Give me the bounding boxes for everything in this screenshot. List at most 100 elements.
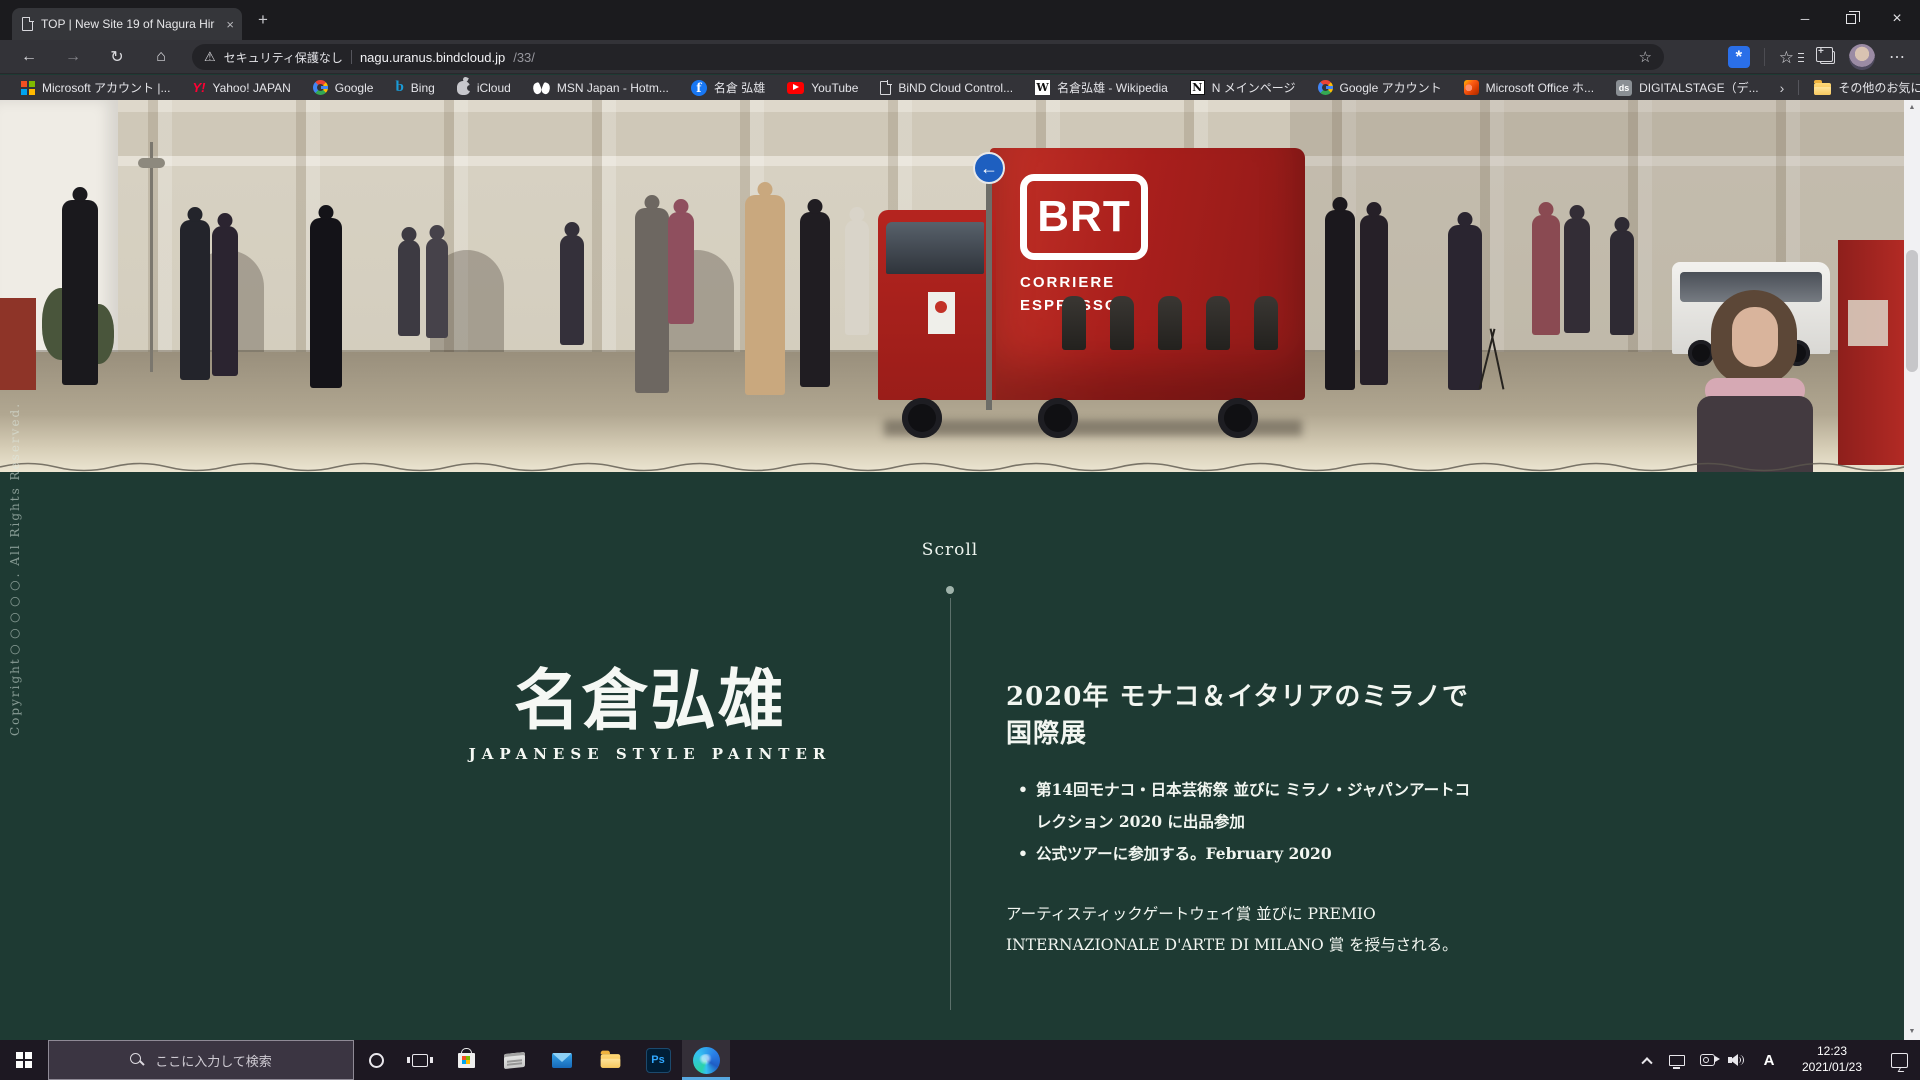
taskbar-app-edge[interactable] — [682, 1040, 730, 1080]
truck-wheel — [902, 398, 942, 438]
bookmark-item[interactable]: W名倉弘雄 - Wikipedia — [1024, 75, 1179, 100]
url-path: /33/ — [513, 50, 1630, 65]
collections-icon[interactable] — [1820, 51, 1835, 64]
bookmark-item[interactable]: dsDIGITALSTAGE（デ... — [1605, 75, 1770, 100]
person-figure — [1610, 230, 1634, 335]
street-lamp-head — [138, 158, 165, 168]
new-tab-button[interactable]: + — [254, 12, 272, 30]
person-figure — [1564, 218, 1590, 333]
tab-close-button[interactable]: × — [226, 17, 234, 32]
favorites-bar-button[interactable]: ☆ — [1779, 49, 1802, 66]
person-figure — [180, 220, 210, 380]
home-button[interactable]: ⌂ — [146, 42, 176, 72]
yahoo-icon: Y! — [192, 80, 205, 95]
main-section: Copyright○○○○○. All Rights Reserved. Scr… — [0, 472, 1904, 1040]
youtube-icon — [787, 82, 804, 94]
forward-button[interactable]: → — [58, 42, 88, 72]
clock-time: 12:23 — [1817, 1044, 1847, 1060]
reload-button[interactable]: ↻ — [102, 42, 132, 72]
back-button[interactable]: ← — [14, 42, 44, 72]
profile-avatar[interactable] — [1849, 44, 1875, 70]
person-figure — [635, 208, 669, 393]
bookmarks-divider — [1798, 80, 1799, 95]
bookmark-item[interactable]: bBing — [384, 75, 445, 100]
tray-chevron-button[interactable] — [1632, 1040, 1662, 1080]
timeline-dot — [946, 586, 954, 594]
person-figure — [1360, 215, 1388, 385]
bookmark-item[interactable]: Microsoft Office ホ... — [1453, 75, 1605, 100]
menu-button[interactable]: ⋯ — [1889, 47, 1906, 67]
sign-pole — [986, 162, 992, 410]
person-figure — [62, 200, 98, 385]
bookmark-item[interactable]: iCloud — [446, 75, 522, 100]
task-view-icon — [412, 1054, 428, 1067]
scrollbar[interactable]: ▲ ▼ — [1904, 100, 1920, 1040]
scroll-thumb[interactable] — [1906, 250, 1918, 372]
microsoft-icon — [21, 81, 35, 95]
bookmarks-bar: Microsoft アカウント |... Y!Yahoo! JAPAN Goog… — [0, 75, 1920, 100]
office-icon — [1464, 80, 1479, 95]
bookmark-item[interactable]: Google — [302, 75, 385, 100]
notion-icon: N — [1190, 80, 1205, 95]
hero-photo: BRT CORRIERE ESPRESSO ← — [0, 100, 1904, 472]
start-button[interactable] — [0, 1040, 48, 1080]
meet-now-button[interactable] — [1692, 1040, 1722, 1080]
bookmark-item[interactable]: Google アカウント — [1307, 75, 1453, 100]
taskbar-clock[interactable]: 12:23 2021/01/23 — [1786, 1040, 1878, 1080]
bookmark-item[interactable]: Y!Yahoo! JAPAN — [181, 75, 301, 100]
minimize-button[interactable]: ─ — [1782, 0, 1828, 38]
bookmark-item[interactable]: MSN Japan - Hotm... — [522, 75, 680, 100]
task-view-button[interactable] — [398, 1040, 442, 1080]
taskbar-app-box[interactable] — [490, 1040, 538, 1080]
digitalstage-icon: ds — [1616, 80, 1632, 96]
network-tray-button[interactable] — [1662, 1040, 1692, 1080]
taskbar-search[interactable]: ここに入力して検索 — [48, 1040, 354, 1080]
volume-button[interactable] — [1722, 1040, 1752, 1080]
person-figure — [398, 240, 420, 336]
browser-tab[interactable]: TOP | New Site 19 of Nagura Hir × — [12, 8, 242, 40]
bookmark-item[interactable]: YouTube — [776, 75, 869, 100]
page-icon — [880, 81, 891, 95]
bookmarks-right-group: › その他のお気に入り — [1770, 75, 1920, 100]
extension-icon[interactable]: * — [1728, 46, 1750, 68]
truck-windshield — [886, 222, 984, 274]
bollard — [1254, 296, 1278, 350]
close-button[interactable]: × — [1874, 0, 1920, 38]
taskbar-app-store[interactable] — [442, 1040, 490, 1080]
restore-icon — [1846, 14, 1856, 24]
address-bar[interactable]: ⚠ セキュリティ保護なし nagu.uranus.bindcloud.jp /3… — [192, 44, 1664, 70]
page-icon — [22, 17, 33, 31]
speaker-icon — [1728, 1053, 1747, 1068]
bookmark-item[interactable]: BiND Cloud Control... — [869, 75, 1024, 100]
ime-indicator[interactable]: A — [1752, 1040, 1786, 1080]
wave-divider — [0, 458, 1904, 472]
search-placeholder: ここに入力して検索 — [155, 1051, 272, 1070]
turn-left-sign: ← — [973, 152, 1005, 184]
bookmark-item[interactable]: NN メインページ — [1179, 75, 1307, 100]
article-heading: 2020年 モナコ＆イタリアのミラノで国際展 — [1006, 676, 1478, 750]
app-box-icon — [504, 1051, 525, 1068]
article-paragraph: アーティスティックゲートウェイ賞 並びに PREMIO INTERNAZIONA… — [1006, 899, 1478, 961]
cortana-button[interactable] — [354, 1040, 398, 1080]
other-favorites-button[interactable]: その他のお気に入り — [1803, 75, 1920, 100]
bookmark-item[interactable]: f名倉 弘雄 — [680, 75, 776, 100]
bollard — [1062, 296, 1086, 350]
mail-icon — [552, 1053, 572, 1068]
restore-button[interactable] — [1828, 0, 1874, 38]
scroll-down-button[interactable]: ▼ — [1904, 1024, 1920, 1040]
taskbar-app-photoshop[interactable]: Ps — [634, 1040, 682, 1080]
cortana-icon — [369, 1053, 384, 1068]
file-explorer-icon — [600, 1054, 620, 1068]
chevron-right-icon[interactable]: › — [1770, 80, 1795, 96]
scroll-up-button[interactable]: ▲ — [1904, 100, 1920, 116]
bookmark-item[interactable]: Microsoft アカウント |... — [10, 75, 181, 100]
person-figure — [560, 235, 584, 345]
person-figure — [1325, 210, 1355, 390]
favorite-star-button[interactable]: ☆ — [1639, 48, 1652, 66]
taskbar-app-mail[interactable] — [538, 1040, 586, 1080]
warning-icon: ⚠ — [204, 49, 216, 65]
truck-logo: BRT — [1020, 174, 1148, 260]
taskbar-app-explorer[interactable] — [586, 1040, 634, 1080]
copyright-vertical: Copyright○○○○○. All Rights Reserved. — [8, 496, 22, 736]
action-center-button[interactable] — [1878, 1040, 1920, 1080]
